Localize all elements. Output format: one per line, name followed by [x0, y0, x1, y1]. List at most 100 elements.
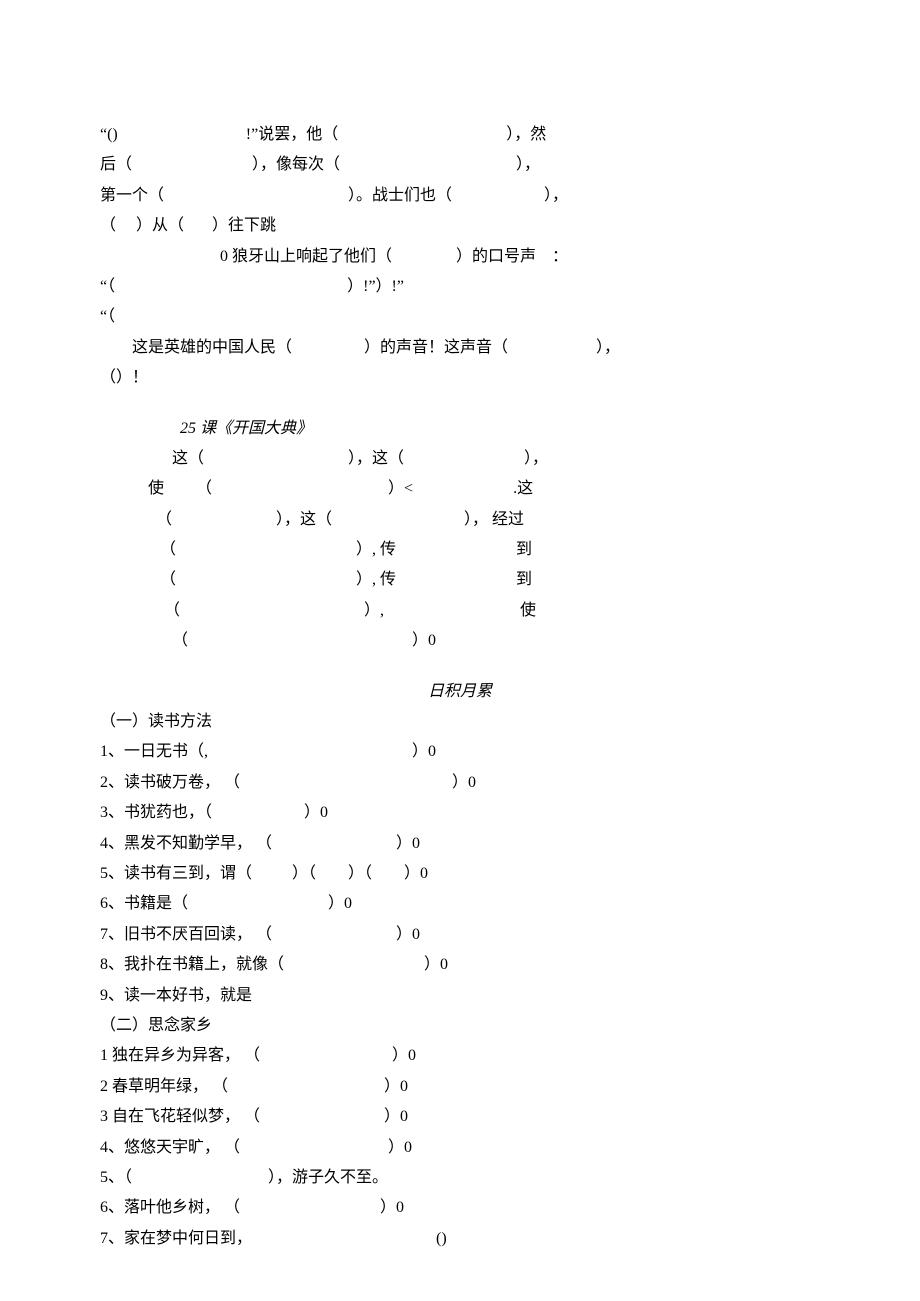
course-title: 25 课《开国大典》: [100, 414, 820, 444]
t: （: [160, 541, 176, 558]
t: ）（ ）（ ）0: [292, 865, 428, 882]
t: ）。战士们也（: [348, 187, 452, 204]
text-line: （）！: [100, 363, 820, 393]
t: !”说罢，他（: [246, 126, 338, 143]
text-line: 后（ ），像每次（ ），: [100, 150, 820, 180]
t: ），: [516, 156, 540, 173]
t: 2、读书破万卷， （: [100, 774, 240, 791]
course-block: 25 课《开国大典》 这（ ），这（ ）， 使 （ ）<: [100, 414, 820, 657]
t: ），像每次（: [252, 156, 340, 173]
list-item: 5、（ ），游子久不至。: [100, 1163, 820, 1193]
paragraph-1: “() !”说罢，他（ ），然 后（ ），像每次（ ）， 第一个（: [100, 120, 820, 394]
t: ）0: [396, 835, 420, 852]
t: 4、黑发不知勤学早， （: [100, 835, 272, 852]
riji-block: 日积月累 （一）读书方法 1、一日无书（, ）0 2、读书破万卷， （ ）0 3…: [100, 677, 820, 1254]
t: 1、一日无书（,: [100, 743, 208, 760]
t: 1 独在异乡为异客， （: [100, 1047, 260, 1064]
t: 日积月累: [428, 683, 492, 700]
list-item: 1 独在异乡为异客， （ ）0: [100, 1041, 820, 1071]
t: （: [172, 632, 188, 649]
t: 7、家在梦中何日到，: [100, 1230, 252, 1247]
t: ），游子久不至。: [268, 1169, 388, 1186]
t: （: [160, 571, 176, 588]
text-line: 0 狼牙山上响起了他们（ ）的口号声 ：: [100, 242, 820, 272]
t: ）， 经过: [464, 511, 524, 528]
t: 8、我扑在书籍上，就像（: [100, 956, 284, 973]
t: ），这（: [348, 450, 404, 467]
t: 7、旧书不厌百回读， （: [100, 926, 272, 943]
text-line: （ ），这（ ）， 经过: [100, 505, 820, 535]
t: ），这（: [276, 511, 332, 528]
t: 这是英雄的中国人民（: [132, 339, 292, 356]
list-item: 1、一日无书（, ）0: [100, 737, 820, 767]
t: 到: [516, 541, 532, 558]
t: （: [164, 602, 180, 619]
t: ：: [552, 248, 568, 265]
section-title: 日积月累: [100, 677, 820, 707]
t: ）, 传: [356, 541, 396, 558]
list-item: 6、书籍是（ ）0: [100, 889, 820, 919]
t: 第一个（: [100, 187, 164, 204]
t: ），: [524, 450, 548, 467]
list-item: 9、读一本好书，就是: [100, 981, 820, 1011]
t: ）0: [396, 926, 420, 943]
list-item: 4、悠悠天宇旷， （ ）0: [100, 1133, 820, 1163]
text-line: （ ）从（ ）往下跳: [100, 211, 820, 241]
t: ），然: [506, 126, 546, 143]
t: 2 春草明年绿， （: [100, 1078, 228, 1095]
t: “（: [100, 278, 115, 295]
text-line: 使 （ ）< .这: [100, 474, 820, 504]
text-line: （ ）, 传 到: [100, 535, 820, 565]
t: 9、读一本好书，就是: [100, 987, 252, 1004]
t: 到: [516, 571, 532, 588]
text-line: 这是英雄的中国人民（ ）的声音！这声音（ ），: [100, 333, 820, 363]
t: （二）思念家乡: [100, 1017, 212, 1034]
list-item: 3、书犹药也，（ ）0: [100, 798, 820, 828]
t: （: [196, 480, 212, 497]
t: 5、（: [100, 1169, 132, 1186]
t: ）0: [388, 1139, 412, 1156]
text-line: （ ）0: [100, 626, 820, 656]
list-item: 8、我扑在书籍上，就像（ ）0: [100, 950, 820, 980]
list-item: 4、黑发不知勤学早， （ ）0: [100, 829, 820, 859]
t: 6、书籍是（: [100, 895, 188, 912]
t: 使: [520, 602, 536, 619]
t: .这: [513, 480, 533, 497]
t: ）0: [304, 804, 328, 821]
t: 使: [148, 480, 164, 497]
t: ）,: [364, 602, 384, 619]
t: ）, 传: [356, 571, 396, 588]
text-line: 这（ ），这（ ），: [100, 444, 820, 474]
t: ）0: [328, 895, 352, 912]
list-item: 7、家在梦中何日到， (): [100, 1224, 820, 1254]
text-line: （ ）, 传 到: [100, 565, 820, 595]
text-line: （ ）, 使: [100, 596, 820, 626]
text-line: “（: [100, 302, 820, 332]
text-line: “() !”说罢，他（ ），然: [100, 120, 820, 150]
t: ），: [544, 187, 568, 204]
t: 5、读书有三到，谓（: [100, 865, 252, 882]
t: 3、书犹药也，（: [100, 804, 212, 821]
list-item: 3 自在飞花轻似梦， （ ）0: [100, 1102, 820, 1132]
t: （）！: [100, 369, 148, 386]
t: “（: [100, 308, 115, 325]
t: 3 自在飞花轻似梦， （: [100, 1108, 260, 1125]
t: （一）读书方法: [100, 713, 212, 730]
t: 0 狼牙山上响起了他们（: [220, 248, 392, 265]
t: （: [156, 511, 172, 528]
t: 后（: [100, 156, 132, 173]
t: ）<: [388, 480, 413, 497]
t: ）0: [452, 774, 476, 791]
t: ）0: [412, 743, 436, 760]
t: 6、落叶他乡树， （: [100, 1199, 240, 1216]
text-line: “（ ）!”）!”: [100, 272, 820, 302]
t: 这（: [172, 450, 204, 467]
t: ）的声音！这声音（: [364, 339, 508, 356]
t: ）0: [384, 1078, 408, 1095]
t: （ ）从（ ）往下跳: [100, 217, 276, 234]
list-item: 2、读书破万卷， （ ）0: [100, 768, 820, 798]
t: ）0: [380, 1199, 404, 1216]
t: ）的口号声: [456, 248, 536, 265]
t: ）0: [392, 1047, 416, 1064]
t: ）0: [412, 632, 436, 649]
